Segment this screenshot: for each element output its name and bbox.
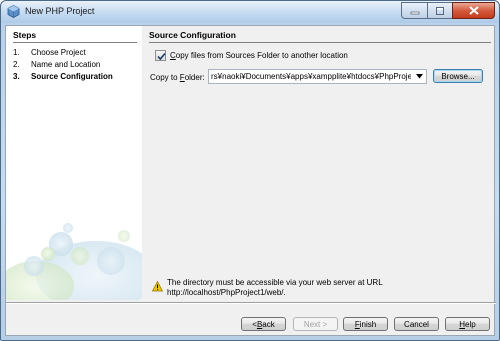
title-bar[interactable]: New PHP Project bbox=[1, 1, 499, 23]
decorative-bubbles-image bbox=[6, 223, 142, 300]
warning-line-1: The directory must be accessible via you… bbox=[167, 278, 383, 287]
copy-files-checkbox-row[interactable]: Copy files from Sources Folder to anothe… bbox=[155, 50, 348, 61]
warning-text: The directory must be accessible via you… bbox=[167, 278, 397, 298]
step-label: Choose Project bbox=[31, 47, 86, 57]
copy-to-folder-value: rs¥naoki¥Documents¥apps¥xampplite¥htdocs… bbox=[211, 72, 411, 81]
warning-line-2: http://localhost/PhpProject1/web/. bbox=[167, 288, 286, 297]
steps-header: Steps bbox=[13, 30, 137, 43]
maximize-button[interactable] bbox=[427, 2, 452, 19]
cancel-button[interactable]: Cancel bbox=[394, 317, 439, 331]
warning-icon bbox=[152, 281, 163, 292]
dialog-window: New PHP Project Steps 1. Choose Project bbox=[0, 0, 500, 341]
minimize-icon bbox=[410, 11, 419, 14]
copy-files-label: Copy files from Sources Folder to anothe… bbox=[170, 51, 348, 60]
step-number: 3. bbox=[13, 71, 20, 81]
maximize-icon bbox=[436, 6, 444, 15]
checkmark-icon bbox=[157, 52, 166, 61]
steps-list: 1. Choose Project 2. Name and Location 3… bbox=[13, 46, 137, 82]
step-item-current: 3. Source Configuration bbox=[13, 70, 137, 82]
close-button[interactable] bbox=[452, 2, 495, 19]
dropdown-arrow-icon[interactable] bbox=[412, 70, 426, 83]
copy-to-folder-combobox[interactable]: rs¥naoki¥Documents¥apps¥xampplite¥htdocs… bbox=[208, 69, 427, 84]
copy-files-checkbox[interactable] bbox=[155, 50, 166, 61]
steps-panel: Steps 1. Choose Project 2. Name and Loca… bbox=[6, 26, 142, 300]
button-separator bbox=[6, 302, 496, 304]
step-number: 1. bbox=[13, 47, 20, 57]
content-panel: Source Configuration Copy files from Sou… bbox=[148, 26, 493, 300]
step-item: 1. Choose Project bbox=[13, 46, 137, 58]
step-label: Name and Location bbox=[31, 59, 101, 69]
step-label: Source Configuration bbox=[31, 71, 113, 81]
netbeans-app-icon bbox=[7, 5, 20, 18]
finish-button[interactable]: Finish bbox=[343, 317, 388, 331]
dialog-client-area: Steps 1. Choose Project 2. Name and Loca… bbox=[5, 25, 496, 336]
minimize-button[interactable] bbox=[401, 2, 427, 19]
step-number: 2. bbox=[13, 59, 20, 69]
next-button[interactable]: Next > bbox=[293, 317, 338, 331]
step-item: 2. Name and Location bbox=[13, 58, 137, 70]
window-title: New PHP Project bbox=[25, 6, 95, 16]
content-header: Source Configuration bbox=[149, 30, 491, 43]
copy-to-folder-label: Copy to Folder: bbox=[150, 73, 205, 82]
help-button[interactable]: Help bbox=[445, 317, 490, 331]
url-warning: The directory must be accessible via you… bbox=[152, 278, 397, 298]
browse-button[interactable]: Browse... bbox=[433, 69, 483, 83]
close-icon bbox=[468, 6, 479, 15]
back-button[interactable]: < Back bbox=[241, 317, 286, 331]
window-controls bbox=[401, 2, 495, 19]
